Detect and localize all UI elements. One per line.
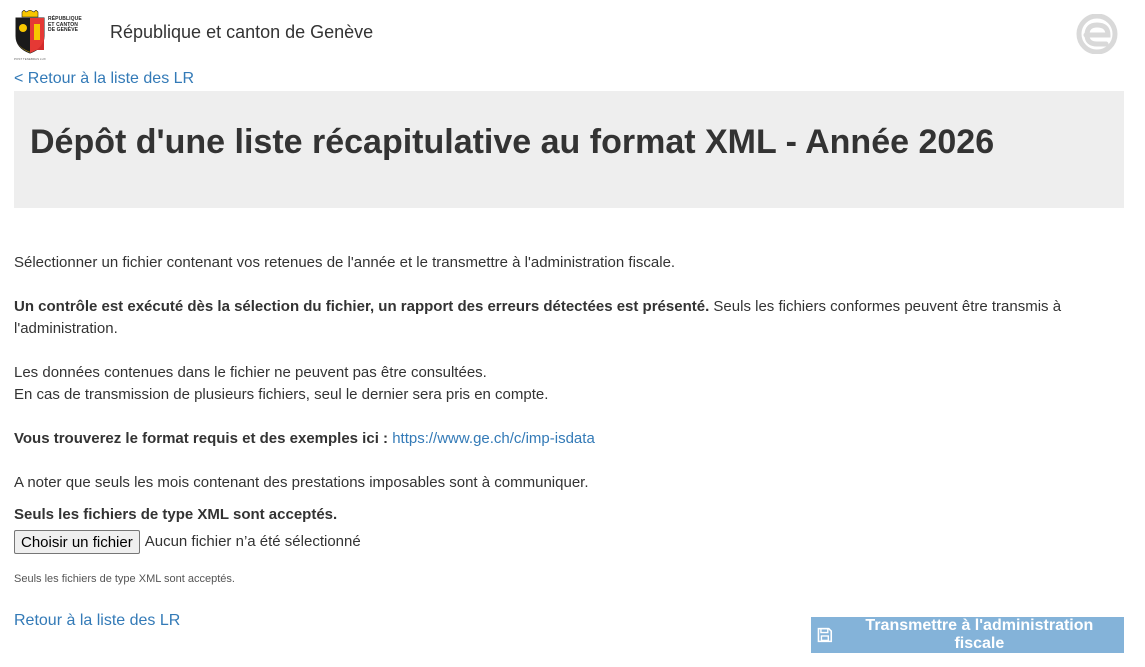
- geneva-crest-icon: [15, 10, 45, 54]
- save-icon: [817, 627, 833, 643]
- title-banner: Dépôt d'une liste récapitulative au form…: [14, 91, 1124, 208]
- geneva-logo[interactable]: RÉPUBLIQUE ET CANTON DE GENÈVE POST TENE…: [14, 10, 84, 62]
- format-link[interactable]: https://www.ge.ch/c/imp-isdata: [392, 430, 595, 447]
- header: RÉPUBLIQUE ET CANTON DE GENÈVE POST TENE…: [0, 0, 1145, 70]
- file-accept-label: Seuls les fichiers de type XML sont acce…: [14, 506, 338, 523]
- choose-file-button[interactable]: Choisir un fichier: [14, 530, 140, 554]
- logo-motto: POST TENEBRAS LUX: [14, 57, 46, 61]
- data-line-1: Les données contenues dans le fichier ne…: [14, 364, 487, 381]
- submit-button[interactable]: Transmettre à l'administration fiscale: [811, 617, 1124, 653]
- logo-text: RÉPUBLIQUE ET CANTON DE GENÈVE: [48, 16, 82, 34]
- data-line-2: En cas de transmission de plusieurs fich…: [14, 386, 549, 403]
- format-paragraph: Vous trouverez le format requis et des e…: [14, 428, 1114, 450]
- control-paragraph: Un contrôle est exécuté dès la sélection…: [14, 296, 1114, 340]
- logo-line-3: DE GENÈVE: [48, 27, 79, 33]
- submit-button-label: Transmettre à l'administration fiscale: [865, 617, 1094, 652]
- site-title: République et canton de Genève: [110, 22, 374, 42]
- main-content: Sélectionner un fichier contenant vos re…: [14, 252, 1114, 590]
- format-bold-text: Vous trouverez le format requis et des e…: [14, 430, 389, 447]
- note-text: A noter que seuls les mois contenant des…: [14, 474, 589, 491]
- file-help-text: Seuls les fichiers de type XML sont acce…: [14, 573, 235, 585]
- back-to-list-link-top[interactable]: < Retour à la liste des LR: [14, 70, 194, 88]
- control-bold-text: Un contrôle est exécuté dès la sélection…: [14, 298, 710, 315]
- e-logo-icon[interactable]: [1070, 14, 1124, 54]
- file-input-row: Choisir un fichier Aucun fichier n’a été…: [14, 530, 1114, 554]
- file-status-text: Aucun fichier n’a été sélectionné: [144, 533, 361, 550]
- page-title: Dépôt d'une liste récapitulative au form…: [30, 123, 995, 161]
- intro-text: Sélectionner un fichier contenant vos re…: [14, 254, 676, 271]
- back-to-list-link-bottom[interactable]: Retour à la liste des LR: [14, 612, 180, 630]
